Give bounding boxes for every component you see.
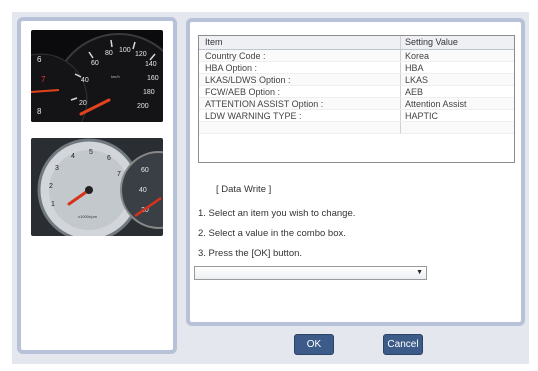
svg-text:5: 5 [89, 149, 93, 156]
cancel-button[interactable]: Cancel [383, 334, 423, 355]
svg-text:x1000r/pm: x1000r/pm [78, 214, 98, 219]
instruction-step-1: 1. Select an item you wish to change. [198, 208, 356, 219]
svg-text:200: 200 [137, 103, 149, 110]
cluster-image-panel: 20 40 60 80 100 120 140 160 180 200 km/h… [17, 17, 177, 354]
row-value: HBA [405, 63, 424, 73]
row-item: LDW WARNING TYPE : [199, 110, 401, 121]
table-row[interactable]: LDW WARNING TYPE : HAPTIC [199, 110, 514, 122]
row-item: ATTENTION ASSIST Option : [199, 98, 401, 109]
tachometer-image: 1 2 3 4 5 6 7 x1000r/pm 60 40 20 [31, 138, 163, 236]
table-row[interactable]: Country Code : Korea [199, 50, 514, 62]
speedometer-image: 20 40 60 80 100 120 140 160 180 200 km/h… [31, 30, 163, 122]
row-item: FCW/AEB Option : [199, 86, 401, 97]
header-item: Item [199, 36, 401, 49]
row-item [199, 122, 401, 133]
svg-text:60: 60 [141, 167, 149, 174]
table-row-empty[interactable] [199, 122, 514, 134]
svg-text:160: 160 [147, 75, 159, 82]
settings-table: Item Setting Value Country Code : Korea … [198, 35, 515, 163]
svg-text:180: 180 [143, 89, 155, 96]
instruction-step-3: 3. Press the [OK] button. [198, 248, 303, 259]
row-value: HAPTIC [405, 111, 439, 121]
row-item: Country Code : [199, 50, 401, 61]
svg-text:6: 6 [107, 155, 111, 162]
table-row[interactable]: ATTENTION ASSIST Option : Attention Assi… [199, 98, 514, 110]
svg-text:20: 20 [79, 100, 87, 107]
svg-text:60: 60 [91, 60, 99, 67]
table-row[interactable]: LKAS/LDWS Option : LKAS [199, 74, 514, 86]
row-value [401, 122, 514, 133]
svg-text:40: 40 [139, 187, 147, 194]
row-value: LKAS [405, 75, 429, 85]
row-item: HBA Option : [199, 62, 401, 73]
svg-text:7: 7 [41, 75, 46, 84]
table-row[interactable]: FCW/AEB Option : AEB [199, 86, 514, 98]
row-value: Attention Assist [405, 99, 467, 109]
table-row[interactable]: HBA Option : HBA [199, 62, 514, 74]
header-setting-value: Setting Value [405, 37, 458, 47]
svg-text:6: 6 [37, 55, 42, 64]
svg-text:7: 7 [117, 171, 121, 178]
svg-text:2: 2 [49, 183, 53, 190]
row-item: LKAS/LDWS Option : [199, 74, 401, 85]
ok-button[interactable]: OK [294, 334, 334, 355]
svg-text:40: 40 [81, 77, 89, 84]
svg-text:8: 8 [37, 107, 42, 116]
data-write-heading: [ Data Write ] [216, 184, 272, 195]
settings-panel: Item Setting Value Country Code : Korea … [186, 18, 525, 326]
chevron-down-icon[interactable]: ▼ [416, 269, 423, 276]
svg-text:km/h: km/h [111, 74, 120, 79]
svg-text:120: 120 [135, 51, 147, 58]
instruction-step-2: 2. Select a value in the combo box. [198, 228, 346, 239]
svg-text:140: 140 [145, 61, 157, 68]
svg-text:100: 100 [119, 47, 131, 54]
setting-value-combo-box[interactable]: ▼ [194, 266, 427, 280]
row-value: Korea [405, 51, 430, 61]
svg-text:4: 4 [71, 153, 75, 160]
table-header: Item Setting Value [199, 36, 514, 50]
svg-text:3: 3 [55, 165, 59, 172]
row-value: AEB [405, 87, 424, 97]
svg-text:80: 80 [105, 50, 113, 57]
svg-text:1: 1 [51, 201, 55, 208]
